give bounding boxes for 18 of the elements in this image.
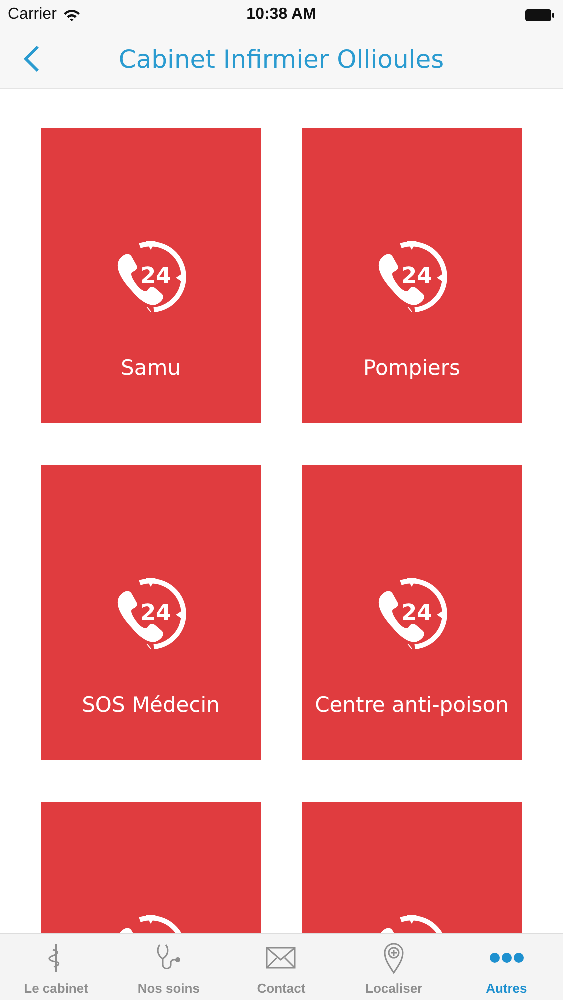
envelope-icon (266, 946, 296, 970)
carrier-name: Carrier (8, 6, 57, 24)
location-pin-icon (383, 942, 406, 974)
more-icon (488, 952, 525, 964)
emergency-tile[interactable]: 24 Centre anti-poison (302, 465, 522, 760)
tab-bar-item[interactable]: Contact (225, 934, 338, 1000)
clock-time: 10:38 AM (246, 6, 316, 24)
tab-bar-item[interactable]: Localiser (338, 934, 450, 1000)
tab-bar-item[interactable]: Le cabinet (0, 934, 113, 1000)
emergency-tile[interactable]: 24 SOS Médecin (41, 465, 261, 760)
screen-title: Cabinet Infirmier Ollioules (118, 44, 444, 74)
emergency-tile[interactable]: 24 Samu (41, 128, 261, 423)
back-button[interactable] (22, 44, 42, 74)
battery-icon (525, 8, 555, 22)
wifi-icon (62, 8, 81, 22)
tab-bar-item[interactable]: Nos soins (112, 934, 226, 1000)
tab-bar-item[interactable]: Autres (450, 934, 563, 1000)
emergency-tile[interactable]: 24 Pompiers (302, 128, 522, 423)
